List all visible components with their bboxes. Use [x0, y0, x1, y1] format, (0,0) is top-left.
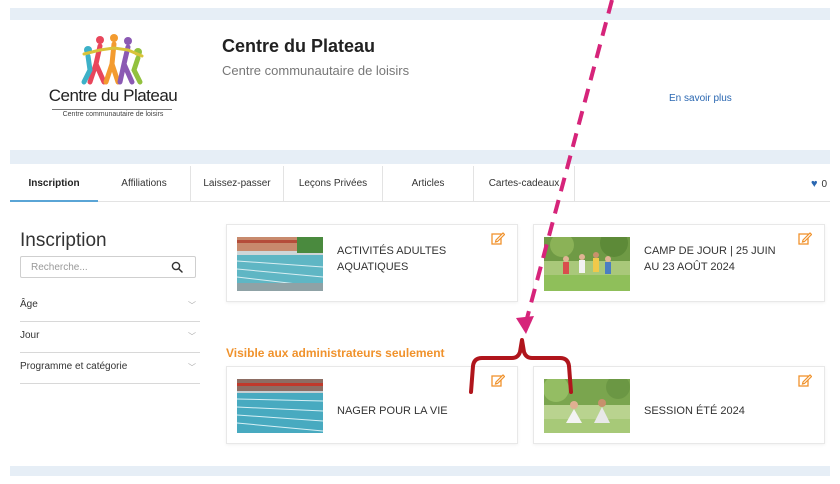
top-frame-band — [10, 8, 830, 20]
logo-figures-icon — [81, 34, 144, 85]
search-box — [20, 256, 196, 278]
edit-icon[interactable] — [798, 373, 812, 387]
filter-jour[interactable]: Jour ﹀ — [20, 322, 200, 353]
search-input[interactable] — [21, 257, 161, 278]
filter-label: Jour — [20, 330, 40, 341]
program-card[interactable]: ACTIVITÉS ADULTES AQUATIQUES — [226, 224, 518, 302]
site-tagline: Centre communautaire de loisirs — [222, 63, 410, 78]
program-card-title: SESSION ÉTÉ 2024 — [644, 405, 745, 417]
chevron-down-icon: ﹀ — [188, 301, 196, 310]
tab-inscription[interactable]: Inscription — [10, 166, 98, 202]
site-name: Centre du Plateau — [222, 36, 376, 56]
tab-laissez-passer[interactable]: Laissez-passer — [191, 166, 283, 202]
admin-program-card[interactable]: SESSION ÉTÉ 2024 — [533, 366, 825, 444]
pool-photo — [237, 237, 323, 291]
edit-icon[interactable] — [798, 231, 812, 245]
kids-outdoor-photo — [544, 237, 630, 291]
sidebar-title: Inscription — [20, 230, 107, 251]
tab-separator — [574, 166, 575, 202]
annotation-arrowhead — [516, 316, 534, 334]
site-logo[interactable]: Centre du Plateau Centre communautaire d… — [48, 34, 178, 124]
chevron-down-icon: ﹀ — [188, 332, 196, 341]
bottom-frame-band — [10, 466, 830, 476]
filter-age[interactable]: Âge ﹀ — [20, 291, 200, 322]
tab-articles[interactable]: Articles — [383, 166, 473, 202]
filter-label: Programme et catégorie — [20, 361, 128, 372]
favorites-button[interactable]: ♥ 0 — [811, 178, 827, 190]
header-divider-band — [10, 150, 830, 164]
tab-affiliations[interactable]: Affiliations — [98, 166, 190, 202]
edit-icon[interactable] — [491, 373, 505, 387]
program-card-title: ACTIVITÉS ADULTES AQUATIQUES — [337, 245, 447, 273]
tab-cartes-cadeaux[interactable]: Cartes-cadeaux — [474, 166, 574, 202]
learn-more-link[interactable]: En savoir plus — [669, 93, 732, 104]
filter-label: Âge — [20, 299, 38, 310]
chevron-down-icon: ﹀ — [188, 363, 196, 372]
filter-programme-categorie[interactable]: Programme et catégorie ﹀ — [20, 353, 200, 384]
program-card[interactable]: CAMP DE JOUR | 25 JUIN AU 23 AOÛT 2024 — [533, 224, 825, 302]
logo-divider — [52, 109, 172, 110]
favorites-count: 0 — [821, 179, 828, 190]
admin-only-heading: Visible aux administrateurs seulement — [226, 346, 445, 360]
outdoor-yoga-photo — [544, 379, 630, 433]
tab-lecons-privees[interactable]: Leçons Privées — [284, 166, 382, 202]
tab-bar: Inscription Affiliations Laissez-passer … — [10, 166, 830, 202]
program-card-title: CAMP DE JOUR | 25 JUIN AU 23 AOÛT 2024 — [644, 245, 776, 273]
heart-icon: ♥ — [811, 178, 818, 190]
admin-program-card[interactable]: NAGER POUR LA VIE — [226, 366, 518, 444]
pool-photo — [237, 379, 323, 433]
logo-title: Centre du Plateau — [48, 86, 178, 105]
search-icon[interactable] — [171, 261, 183, 273]
program-card-title: NAGER POUR LA VIE — [337, 405, 448, 417]
edit-icon[interactable] — [491, 231, 505, 245]
logo-subtitle: Centre communautaire de loisirs — [62, 111, 164, 118]
